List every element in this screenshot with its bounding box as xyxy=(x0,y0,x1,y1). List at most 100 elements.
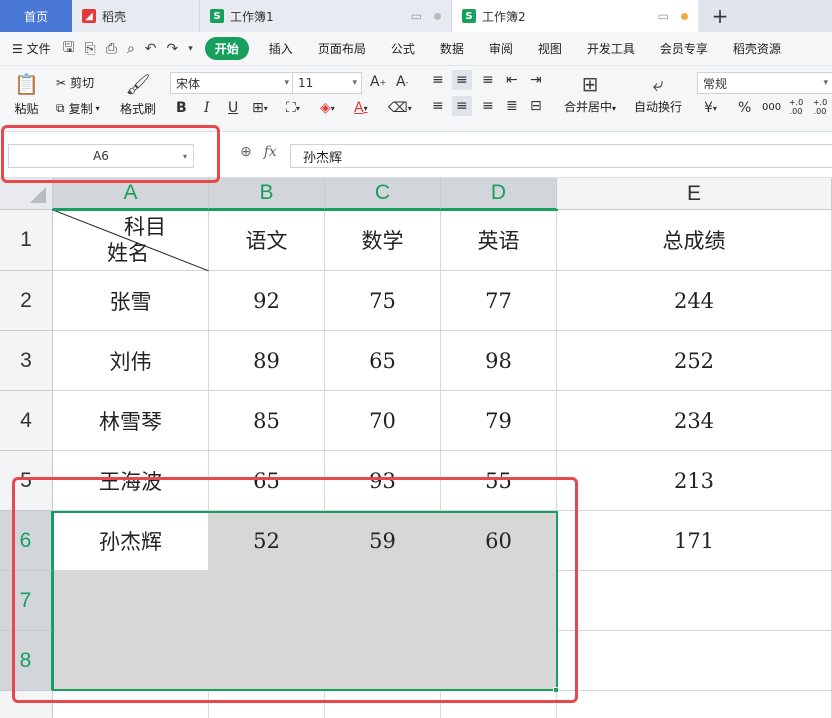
fill-color-icon[interactable]: ◈ ▾ xyxy=(320,100,335,116)
cell-d4[interactable]: 79 xyxy=(441,391,557,451)
font-color-icon[interactable]: A ▾ xyxy=(354,100,368,116)
menu-data[interactable]: 数据 xyxy=(440,40,464,57)
thousands-button[interactable]: 000 xyxy=(762,102,781,113)
cell-d3[interactable]: 98 xyxy=(441,331,557,391)
cell-c3[interactable]: 65 xyxy=(325,331,441,391)
align-bottom-icon[interactable]: ≡ xyxy=(482,72,494,88)
cell-e9[interactable] xyxy=(557,691,832,718)
bold-button[interactable]: B xyxy=(176,100,187,116)
cell-c7[interactable] xyxy=(325,571,441,631)
row-header-7[interactable]: 7 xyxy=(0,571,53,631)
print-preview-icon[interactable]: ⌕ xyxy=(127,41,135,57)
close-dot-icon[interactable] xyxy=(434,12,441,20)
cell-c1[interactable]: 数学 xyxy=(325,210,441,271)
cell-d8[interactable] xyxy=(441,631,557,691)
menu-view[interactable]: 视图 xyxy=(538,40,562,57)
name-box[interactable]: A6 ▾ xyxy=(8,144,194,168)
cut-button[interactable]: ✂ 剪切 xyxy=(56,74,94,91)
column-header-b[interactable]: B xyxy=(209,178,325,210)
italic-button[interactable]: I xyxy=(204,100,210,116)
cell-e1[interactable]: 总成绩 xyxy=(557,210,832,271)
cell-b4[interactable]: 85 xyxy=(209,391,325,451)
tab-daoke[interactable]: ◢ 稻壳 xyxy=(72,0,200,32)
menu-review[interactable]: 审阅 xyxy=(489,40,513,57)
justify-icon[interactable]: ≣ xyxy=(506,98,518,114)
cell-a5[interactable]: 王海波 xyxy=(53,451,209,511)
quick-access-dropdown-icon[interactable]: ▾ xyxy=(188,44,193,54)
cell-c2[interactable]: 75 xyxy=(325,271,441,331)
cell-e7[interactable] xyxy=(557,571,832,631)
cell-c4[interactable]: 70 xyxy=(325,391,441,451)
cell-b5[interactable]: 65 xyxy=(209,451,325,511)
distributed-icon[interactable]: ⊟ xyxy=(530,98,542,114)
cell-c6[interactable]: 59 xyxy=(325,511,441,571)
cell-c5[interactable]: 93 xyxy=(325,451,441,511)
menu-developer[interactable]: 开发工具 xyxy=(587,40,635,57)
font-size-select[interactable]: 11 ▾ xyxy=(292,72,362,94)
fill-handle[interactable] xyxy=(553,687,559,693)
percent-button[interactable]: % xyxy=(738,100,751,116)
monitor-icon[interactable]: ▭ xyxy=(658,9,669,23)
cell-d5[interactable]: 55 xyxy=(441,451,557,511)
cell-b8[interactable] xyxy=(209,631,325,691)
tab-home[interactable]: 首页 xyxy=(0,0,72,32)
menu-formulas[interactable]: 公式 xyxy=(391,40,415,57)
increase-font-icon[interactable]: A + xyxy=(370,74,386,90)
number-format-select[interactable]: 常规 ▾ xyxy=(697,72,832,94)
cell-a1-diagonal-header[interactable]: 科目 姓名 xyxy=(53,210,209,271)
format-painter-button[interactable]: 🖌 格式刷 xyxy=(120,72,156,117)
cell-b1[interactable]: 语文 xyxy=(209,210,325,271)
monitor-icon[interactable]: ▭ xyxy=(411,9,422,23)
cell-b9[interactable] xyxy=(209,691,325,718)
export-icon[interactable]: ⎘ xyxy=(85,41,96,57)
print-icon[interactable]: ⎙ xyxy=(106,41,117,57)
paste-button[interactable]: 📋 粘贴 xyxy=(14,72,39,117)
increase-indent-icon[interactable]: ⇥ xyxy=(530,72,542,88)
row-header-8[interactable]: 8 xyxy=(0,631,53,691)
currency-button[interactable]: ¥ ▾ xyxy=(704,100,717,116)
row-header-9[interactable]: 9 xyxy=(0,691,53,718)
align-right-icon[interactable]: ≡ xyxy=(482,98,494,114)
cell-a4[interactable]: 林雪琴 xyxy=(53,391,209,451)
font-name-select[interactable]: 宋体 ▾ xyxy=(170,72,294,94)
undo-icon[interactable]: ↶ xyxy=(145,41,157,57)
cell-c8[interactable] xyxy=(325,631,441,691)
increase-decimal-button[interactable]: +.0 .00 xyxy=(788,98,804,116)
formula-input[interactable]: 孙杰辉 xyxy=(290,144,832,168)
align-center-icon[interactable]: ≡ xyxy=(452,96,472,116)
cell-a7[interactable] xyxy=(53,571,209,631)
underline-button[interactable]: U xyxy=(228,100,238,116)
cell-d9[interactable] xyxy=(441,691,557,718)
decrease-font-icon[interactable]: A- xyxy=(396,74,408,90)
tab-workbook1[interactable]: S 工作簿1 ▭ xyxy=(200,0,452,32)
merge-center-button[interactable]: ⊞ 合并居中▾ xyxy=(564,72,616,115)
save-icon[interactable]: 🖫 xyxy=(63,37,75,61)
cell-d1[interactable]: 英语 xyxy=(441,210,557,271)
zoom-search-icon[interactable]: ⊕ xyxy=(240,144,252,160)
border-icon[interactable]: ⊞ ▾ xyxy=(252,100,268,116)
cell-style-icon[interactable]: ⛶ ▾ xyxy=(286,100,300,116)
align-middle-icon[interactable]: ≡ xyxy=(452,70,472,90)
menu-member[interactable]: 会员专享 xyxy=(660,40,708,57)
decrease-decimal-button[interactable]: +.0 .00 xyxy=(812,98,828,116)
select-all-corner[interactable] xyxy=(0,178,53,210)
new-tab-button[interactable]: + xyxy=(698,0,742,32)
clear-format-icon[interactable]: ⌫ ▾ xyxy=(388,100,412,116)
row-header-6[interactable]: 6 xyxy=(0,511,53,571)
cell-b3[interactable]: 89 xyxy=(209,331,325,391)
cell-e6[interactable]: 171 xyxy=(557,511,832,571)
cell-a6-active[interactable]: 孙杰辉 xyxy=(53,511,209,571)
cell-e2[interactable]: 244 xyxy=(557,271,832,331)
redo-icon[interactable]: ↷ xyxy=(167,41,179,57)
row-header-2[interactable]: 2 xyxy=(0,271,53,331)
column-header-c[interactable]: C xyxy=(325,178,441,210)
align-left-icon[interactable]: ≡ xyxy=(432,98,444,114)
cell-a2[interactable]: 张雪 xyxy=(53,271,209,331)
unsaved-dot-icon[interactable] xyxy=(681,12,688,20)
cell-a9[interactable] xyxy=(53,691,209,718)
file-menu[interactable]: ☰ 文件 xyxy=(12,40,51,57)
menu-daoke-resources[interactable]: 稻壳资源 xyxy=(733,40,781,57)
cell-d6[interactable]: 60 xyxy=(441,511,557,571)
row-header-3[interactable]: 3 xyxy=(0,331,53,391)
tab-workbook2[interactable]: S 工作簿2 ▭ xyxy=(452,0,698,32)
